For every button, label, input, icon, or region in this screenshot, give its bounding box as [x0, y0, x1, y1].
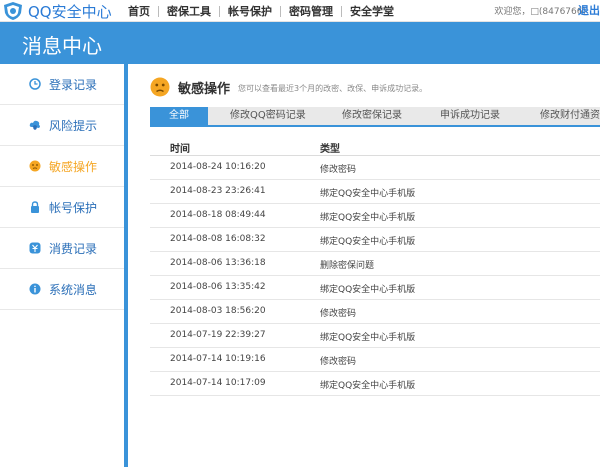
tab-security-records[interactable]: 修改密保记录 [342, 107, 402, 125]
column-header-type: 类型 [320, 144, 340, 155]
section-description: 您可以查看最近3个月的改密、改保、申诉成功记录。 [238, 83, 428, 93]
cloud-shield-icon [29, 119, 41, 131]
row-time: 2014-07-19 22:39:27 [170, 330, 266, 340]
table-row: 2014-08-06 13:36:18 删除密保问题 [150, 252, 600, 276]
nav-password-management[interactable]: 密码管理 [281, 3, 341, 19]
sidebar-item-account-protection[interactable]: 帐号保护 [0, 187, 124, 228]
sidebar: 登录记录 风险提示 敏感操作 帐号保护 消费记录 系统消息 [0, 64, 128, 467]
table-row: 2014-08-23 23:26:41 绑定QQ安全中心手机版 [150, 180, 600, 204]
row-time: 2014-07-14 10:19:16 [170, 354, 266, 364]
row-time: 2014-08-08 16:08:32 [170, 234, 266, 244]
nav-account-protection[interactable]: 帐号保护 [220, 3, 280, 19]
table-row: 2014-07-19 22:39:27 绑定QQ安全中心手机版 [150, 324, 600, 348]
logout-link[interactable]: 退出 [578, 2, 600, 18]
row-type: 绑定QQ安全中心手机版 [320, 189, 416, 199]
face-icon [29, 160, 41, 172]
tab-bar: 全部 修改QQ密码记录 修改密保记录 申诉成功记录 修改财付通资料 [150, 107, 600, 127]
row-time: 2014-08-06 13:35:42 [170, 282, 266, 292]
sidebar-item-label: 系统消息 [49, 282, 98, 297]
top-nav-bar: QQ安全中心 首页 密保工具 帐号保护 密码管理 安全学堂 欢迎您，□(8476… [0, 0, 600, 22]
tab-tenpay-records[interactable]: 修改财付通资料 [540, 107, 600, 125]
coin-icon [29, 242, 41, 254]
sidebar-item-label: 敏感操作 [49, 159, 98, 174]
nav-security-school[interactable]: 安全学堂 [342, 3, 402, 19]
welcome-text: 欢迎您，□(8476766) [494, 7, 586, 17]
lock-icon [29, 201, 41, 213]
row-type: 绑定QQ安全中心手机版 [320, 213, 416, 223]
row-type: 绑定QQ安全中心手机版 [320, 237, 416, 247]
shield-logo-icon [4, 2, 22, 20]
row-type: 删除密保问题 [320, 261, 375, 271]
table-row: 2014-08-18 08:49:44 绑定QQ安全中心手机版 [150, 204, 600, 228]
page-header: 消息中心 [0, 22, 600, 64]
sidebar-item-consumption-records[interactable]: 消费记录 [0, 228, 124, 269]
row-time: 2014-08-24 10:16:20 [170, 162, 266, 172]
row-type: 绑定QQ安全中心手机版 [320, 285, 416, 295]
row-type: 修改密码 [320, 357, 357, 367]
table-row: 2014-08-06 13:35:42 绑定QQ安全中心手机版 [150, 276, 600, 300]
table-row: 2014-08-08 16:08:32 绑定QQ安全中心手机版 [150, 228, 600, 252]
row-time: 2014-08-23 23:26:41 [170, 186, 266, 196]
row-time: 2014-08-18 08:49:44 [170, 210, 266, 220]
sidebar-item-label: 消费记录 [49, 241, 98, 256]
table-body: 2014-08-24 10:16:20 修改密码 2014-08-23 23:26:… [150, 156, 600, 396]
info-icon [29, 283, 41, 295]
row-time: 2014-08-03 18:56:20 [170, 306, 266, 316]
sidebar-item-sensitive-operations[interactable]: 敏感操作 [0, 146, 124, 187]
main-nav: 首页 密保工具 帐号保护 密码管理 安全学堂 [120, 0, 402, 22]
column-header-time: 时间 [170, 144, 190, 155]
table-row: 2014-07-14 10:19:16 修改密码 [150, 348, 600, 372]
sidebar-item-risk-alerts[interactable]: 风险提示 [0, 105, 124, 146]
sensitive-face-icon [150, 77, 170, 97]
sidebar-item-label: 帐号保护 [49, 200, 98, 215]
section-title: 敏感操作 [178, 81, 231, 97]
logo-text: QQ安全中心 [28, 2, 112, 21]
table-row: 2014-08-24 10:16:20 修改密码 [150, 156, 600, 180]
row-type: 修改密码 [320, 165, 357, 175]
table-header: 时间 类型 [150, 136, 600, 156]
table-row: 2014-08-03 18:56:20 修改密码 [150, 300, 600, 324]
sidebar-item-system-messages[interactable]: 系统消息 [0, 269, 124, 310]
nav-security-tools[interactable]: 密保工具 [159, 3, 219, 19]
section-header: 敏感操作 您可以查看最近3个月的改密、改保、申诉成功记录。 [150, 76, 427, 98]
sidebar-item-label: 登录记录 [49, 77, 98, 92]
tab-all[interactable]: 全部 [150, 107, 208, 125]
logo[interactable]: QQ安全中心 [0, 0, 112, 22]
table-row: 2014-07-14 10:17:09 绑定QQ安全中心手机版 [150, 372, 600, 396]
sidebar-item-label: 风险提示 [49, 118, 98, 133]
records-table: 时间 类型 2014-08-24 10:16:20 修改密码 2014-08-23 … [150, 136, 600, 396]
page-title: 消息中心 [22, 34, 102, 58]
row-time: 2014-07-14 10:17:09 [170, 378, 266, 388]
row-time: 2014-08-06 13:36:18 [170, 258, 266, 268]
main-content: 敏感操作 您可以查看最近3个月的改密、改保、申诉成功记录。 全部 修改QQ密码记… [128, 64, 600, 467]
row-type: 绑定QQ安全中心手机版 [320, 333, 416, 343]
sidebar-item-login-records[interactable]: 登录记录 [0, 64, 124, 105]
nav-home[interactable]: 首页 [120, 3, 158, 19]
row-type: 修改密码 [320, 309, 357, 319]
row-type: 绑定QQ安全中心手机版 [320, 381, 416, 391]
tab-appeal-records[interactable]: 申诉成功记录 [440, 107, 500, 125]
clock-icon [29, 78, 41, 90]
tab-qq-password-records[interactable]: 修改QQ密码记录 [230, 107, 306, 125]
